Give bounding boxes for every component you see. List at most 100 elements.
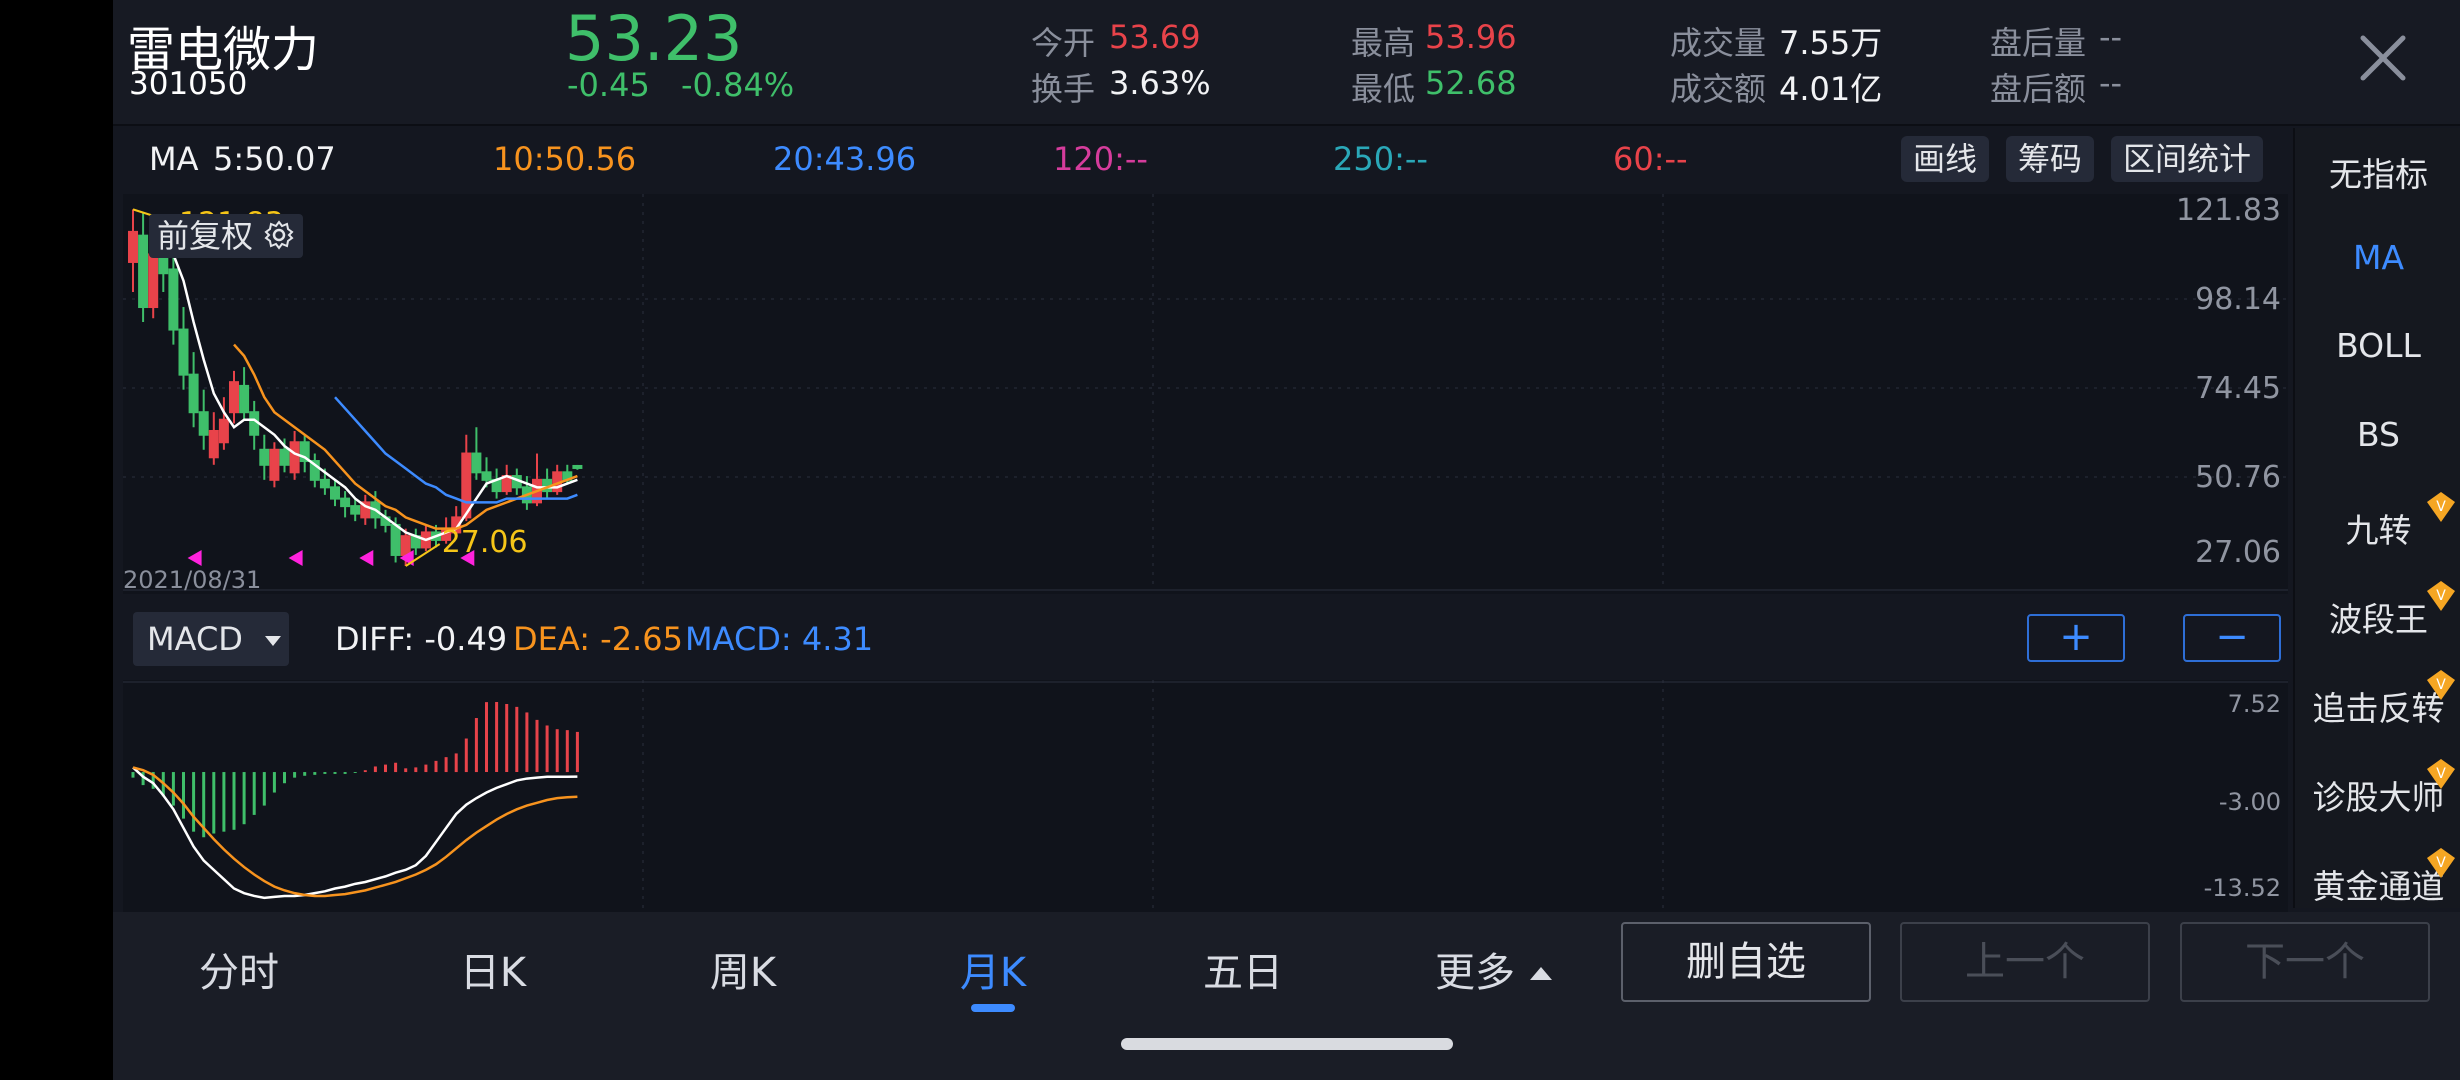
price-change: -0.45 <box>567 66 650 104</box>
vip-badge-icon: V <box>2427 492 2455 522</box>
vip-badge-icon: V <box>2427 670 2455 700</box>
macd-value: MACD: 4.31 <box>685 620 874 658</box>
range-stats-button[interactable]: 区间统计 <box>2111 136 2264 182</box>
candle-body <box>229 381 239 414</box>
last-price: 53.23 <box>565 2 743 75</box>
settings-gear-icon <box>264 220 294 250</box>
candle-body <box>279 448 290 466</box>
open-value: 53.69 <box>1109 18 1201 56</box>
draw-line-button[interactable]: 画线 <box>1901 136 1990 182</box>
candle-body <box>249 411 260 436</box>
svg-text:V: V <box>2436 499 2446 515</box>
svg-text:V: V <box>2436 766 2446 782</box>
y-tick-label: 50.76 <box>2195 460 2281 495</box>
ma-label: MA <box>149 140 199 178</box>
sidebar-item-bs[interactable]: BS <box>2295 415 2460 454</box>
volume-label: 成交量 <box>1670 24 1767 62</box>
low-value: 52.68 <box>1425 64 1517 102</box>
y-tick-label: -3.00 <box>2219 788 2281 816</box>
ma60-value: 60:-- <box>1613 140 1688 178</box>
period-tab-bar: 分时 日K 周K 月K 五日 更多 删自选 上一个 下一个 <box>113 912 2460 1080</box>
vip-badge-icon: V <box>2427 759 2455 789</box>
after-hours-amount-label: 盘后额 <box>1990 70 2087 108</box>
after-hours-volume-label: 盘后量 <box>1990 24 2087 62</box>
amount-value: 4.01亿 <box>1779 70 1883 108</box>
candle-body <box>168 268 179 331</box>
next-stock-button[interactable]: 下一个 <box>2180 922 2430 1002</box>
adjust-toggle[interactable]: 前复权 <box>149 214 304 258</box>
zoom-out-button[interactable]: − <box>2183 614 2281 662</box>
tab-more[interactable]: 更多 <box>1435 940 1554 998</box>
candle-body <box>350 505 361 515</box>
candle-body <box>128 230 138 263</box>
active-tab-indicator <box>971 1004 1015 1012</box>
turnover-value: 3.63% <box>1109 64 1211 102</box>
home-gesture-bar[interactable] <box>1121 1038 1453 1050</box>
candle-body <box>269 448 280 481</box>
low-label: 最低 <box>1351 70 1416 108</box>
chips-button[interactable]: 筹码 <box>2006 136 2095 182</box>
tab-intraday[interactable]: 分时 <box>159 940 319 998</box>
prev-stock-button[interactable]: 上一个 <box>1900 922 2150 1002</box>
sidebar-item-none[interactable]: 无指标 <box>2295 148 2460 196</box>
ma10-value: 10:50.56 <box>493 140 637 178</box>
caret-up-icon <box>1529 967 1552 980</box>
candle-body <box>138 234 149 309</box>
candle-body <box>198 411 209 436</box>
candle-body <box>148 253 159 309</box>
candle-body <box>259 448 270 466</box>
svg-text:V: V <box>2436 677 2446 693</box>
price-change-pct: -0.84% <box>681 66 795 104</box>
candle-body <box>188 373 199 414</box>
y-tick-label: 121.83 <box>2176 194 2281 228</box>
indicator-select[interactable]: MACD <box>133 612 289 666</box>
tab-monthly-k[interactable]: 月K <box>913 940 1073 998</box>
sidebar-item-ma[interactable]: MA <box>2295 238 2460 277</box>
svg-text:V: V <box>2436 588 2446 604</box>
high-value: 53.96 <box>1425 18 1517 56</box>
candle-body <box>340 497 351 508</box>
tab-weekly-k[interactable]: 周K <box>663 940 823 998</box>
y-tick-label: 74.45 <box>2195 371 2281 406</box>
high-label: 最高 <box>1351 24 1416 62</box>
adjust-label: 前复权 <box>157 217 254 255</box>
svg-text:V: V <box>2436 855 2446 871</box>
candle-body <box>289 441 300 474</box>
tab-more-label: 更多 <box>1435 950 1515 996</box>
macd-legend-bar: MACD DIFF: -0.49 DEA: -2.65 MACD: 4.31 +… <box>123 608 2283 678</box>
tab-daily-k[interactable]: 日K <box>413 940 573 998</box>
open-label: 今开 <box>1031 24 1096 62</box>
start-date-label: 2021/08/31 <box>123 566 262 594</box>
indicator-select-value: MACD <box>147 620 243 658</box>
ma5-value: 5:50.07 <box>213 140 336 178</box>
macd-background <box>123 680 2288 912</box>
ma120-value: 120:-- <box>1053 140 1148 178</box>
y-tick-label: 7.52 <box>2228 690 2281 718</box>
candle-body <box>319 478 330 489</box>
remove-watchlist-button[interactable]: 删自选 <box>1621 922 1871 1002</box>
candle-body <box>178 328 189 376</box>
candle-body <box>400 535 411 556</box>
y-tick-label: 98.14 <box>2195 282 2281 317</box>
ma-legend-bar: MA 5:50.07 10:50.56 20:43.96 120:-- 250:… <box>113 126 2288 192</box>
zoom-in-button[interactable]: + <box>2027 614 2125 662</box>
y-tick-label: 27.06 <box>2195 535 2281 570</box>
candle-body <box>208 429 219 459</box>
candle-body <box>572 464 583 469</box>
candle-body <box>471 452 482 474</box>
vip-badge-icon: V <box>2427 848 2455 878</box>
close-icon[interactable] <box>2343 18 2423 98</box>
ma20-value: 20:43.96 <box>773 140 917 178</box>
candle-body <box>330 486 340 500</box>
sidebar-item-boll[interactable]: BOLL <box>2295 326 2460 365</box>
min-price-label: 27.06 <box>442 525 528 560</box>
macd-diff-value: DIFF: -0.49 <box>335 620 508 658</box>
candle-body <box>239 384 250 414</box>
stock-code: 301050 <box>129 66 248 102</box>
kline-chart[interactable]: 121.8398.1474.4550.7627.06 121.8327.06 <box>123 194 2288 594</box>
candle-body <box>390 523 401 556</box>
turnover-label: 换手 <box>1031 70 1096 108</box>
y-tick-label: -13.52 <box>2204 874 2281 902</box>
macd-chart[interactable]: 7.52 -3.00 -13.52 <box>123 680 2288 912</box>
tab-five-day[interactable]: 五日 <box>1163 940 1323 998</box>
